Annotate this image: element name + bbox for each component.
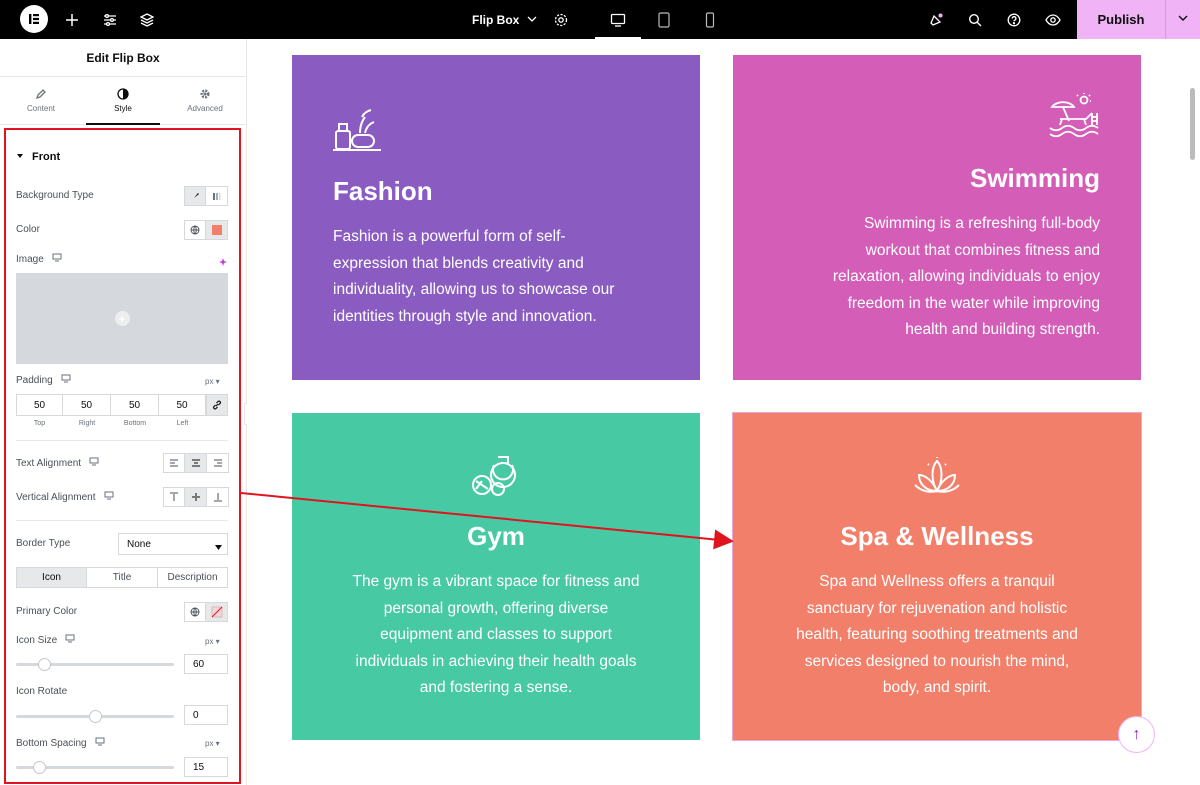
scroll-to-top-button[interactable]: ↑ [1118, 716, 1155, 753]
arrow-up-icon: ↑ [1132, 725, 1141, 743]
annotation-arrow [240, 492, 734, 550]
canvas-scrollbar[interactable] [1190, 88, 1195, 160]
